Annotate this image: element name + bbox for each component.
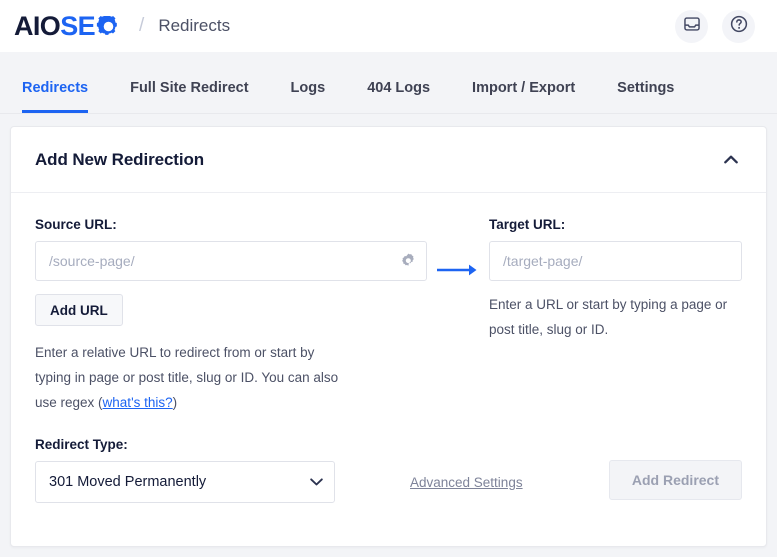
source-url-column: Source URL: Add URL Enter a relative URL… — [35, 217, 427, 415]
tab-logs[interactable]: Logs — [291, 80, 326, 113]
breadcrumb: Redirects — [158, 16, 231, 35]
target-url-helper-text: Enter a URL or start by typing a page or… — [489, 297, 728, 337]
tab-import-export[interactable]: Import / Export — [472, 80, 575, 113]
page-content: Add New Redirection Source URL: /source-… — [0, 114, 777, 557]
redirect-type-select[interactable]: 301 Moved Permanently — [35, 461, 335, 503]
gear-icon[interactable] — [400, 253, 416, 269]
source-helper-prefix: Enter a relative URL to redirect from or… — [35, 345, 339, 410]
add-url-button[interactable]: Add URL — [35, 294, 123, 326]
tab-404-logs[interactable]: 404 Logs — [367, 80, 430, 113]
arrow-right-icon — [437, 263, 479, 415]
page-title: Add New Redirection — [35, 149, 205, 169]
add-new-redirection-card: Add New Redirection Source URL: /source-… — [10, 126, 767, 547]
notifications-button[interactable] — [675, 9, 708, 43]
source-helper-suffix: ) — [172, 395, 178, 410]
source-url-input[interactable] — [35, 241, 427, 281]
inbox-icon — [683, 16, 700, 37]
target-url-input-wrap — [489, 241, 742, 281]
redirect-type-label: Redirect Type: — [35, 437, 128, 452]
redirect-type-select-wrap: 301 Moved Permanently — [35, 461, 335, 503]
header-actions — [675, 9, 755, 43]
tab-redirects[interactable]: Redirects — [22, 80, 89, 113]
main-tabs: Redirects Full Site Redirect Logs 404 Lo… — [0, 52, 777, 114]
source-url-input-wrap — [35, 241, 427, 281]
advanced-settings-link[interactable]: Advanced Settings — [410, 475, 523, 490]
source-url-helper-text: Enter a relative URL to redirect from or… — [35, 340, 340, 415]
target-url-label: Target URL: — [489, 217, 566, 232]
url-fields-row: Source URL: Add URL Enter a relative URL… — [35, 217, 742, 415]
tab-settings[interactable]: Settings — [617, 80, 674, 113]
redirect-type-row: Redirect Type: 301 Moved Permanently Adv… — [35, 437, 742, 503]
card-body: Source URL: Add URL Enter a relative URL… — [11, 193, 766, 503]
add-redirect-button[interactable]: Add Redirect — [608, 460, 742, 500]
arrow-column — [427, 217, 489, 415]
help-button[interactable] — [722, 9, 755, 43]
whats-this-link[interactable]: what's this? — [103, 395, 173, 410]
aioseo-logo[interactable]: AIO SE — [14, 10, 121, 41]
source-url-label: Source URL: — [35, 217, 117, 232]
gear-o-icon — [96, 14, 121, 39]
redirect-type-selected-value: 301 Moved Permanently — [49, 474, 207, 490]
target-url-input[interactable] — [489, 241, 742, 281]
app-header: AIO SE / Redirects — [0, 0, 777, 52]
redirect-type-column: Redirect Type: 301 Moved Permanently — [35, 437, 335, 503]
question-circle-icon — [730, 15, 748, 38]
tab-full-site-redirect[interactable]: Full Site Redirect — [130, 80, 248, 113]
target-url-column: Target URL: Enter a URL or start by typi… — [489, 217, 742, 415]
card-header: Add New Redirection — [11, 127, 766, 193]
chevron-up-icon[interactable] — [720, 149, 742, 171]
breadcrumb-separator: / — [139, 15, 145, 36]
logo-text-seo: SE — [60, 10, 96, 41]
logo-text-aio: AIO — [14, 10, 61, 41]
